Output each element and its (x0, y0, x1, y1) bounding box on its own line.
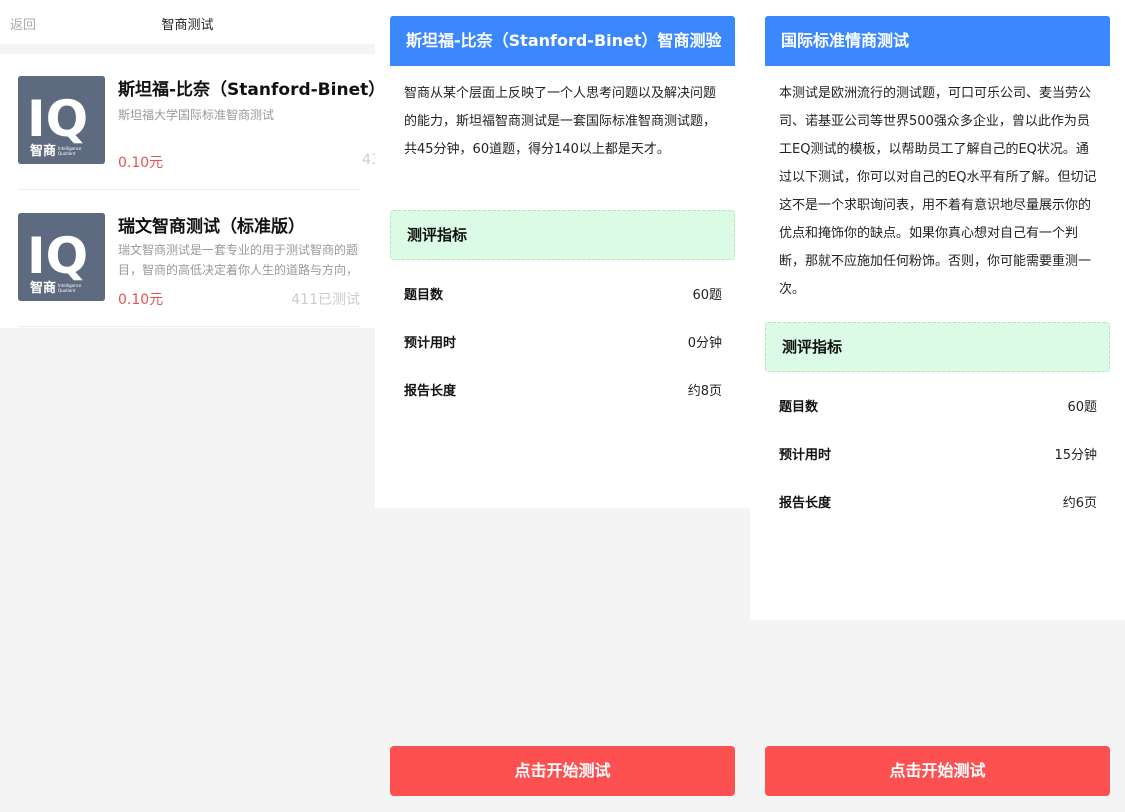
metrics-heading: 测评指标 (765, 322, 1110, 372)
metric-label: 题目数 (404, 288, 444, 303)
metric-row-duration: 预计用时 15分钟 (779, 444, 1097, 464)
svg-text:Quotient: Quotient (58, 288, 76, 293)
detail-description: 本测试是欧洲流行的测试题，可口可乐公司、麦当劳公司、诺基亚公司等世界500强众多… (779, 86, 1097, 297)
metric-row-duration: 预计用时 0分钟 (404, 332, 722, 352)
list-item[interactable]: IQ 智商 Intelligence Quotient 斯坦福-比奈（Stanf… (18, 54, 375, 190)
page-title: 智商测试 (0, 14, 375, 33)
page-title-text: 智商测试 (161, 18, 214, 33)
svg-text:IQ: IQ (27, 90, 88, 148)
metric-label: 报告长度 (779, 496, 832, 511)
item-test-count: 43 (362, 152, 375, 168)
detail-title: 斯坦福-比奈（Stanford-Binet）智商测验 (390, 16, 735, 66)
metrics-heading: 测评指标 (390, 210, 735, 260)
metric-label: 预计用时 (779, 448, 832, 463)
detail-card: 国际标准情商测试 本测试是欧洲流行的测试题，可口可乐公司、麦当劳公司、诺基亚公司… (750, 0, 1125, 620)
svg-text:IQ: IQ (27, 227, 88, 285)
metric-label: 报告长度 (404, 384, 457, 399)
svg-text:智商: 智商 (30, 280, 56, 296)
eq-detail-screen: 国际标准情商测试 本测试是欧洲流行的测试题，可口可乐公司、麦当劳公司、诺基亚公司… (750, 0, 1125, 812)
test-list-screen: 返回 智商测试 IQ 智商 Intelligence Quotient 斯坦福-… (0, 0, 375, 812)
metric-label: 预计用时 (404, 336, 457, 351)
item-description: 斯坦福大学国际标准智商测试 (118, 108, 275, 122)
metric-row-report-length: 报告长度 约6页 (779, 492, 1097, 512)
test-list: IQ 智商 Intelligence Quotient 斯坦福-比奈（Stanf… (0, 54, 375, 328)
detail-card: 斯坦福-比奈（Stanford-Binet）智商测验 智商从某个层面上反映了一个… (375, 0, 750, 508)
item-title: 瑞文智商测试（标准版） (118, 217, 305, 237)
item-price: 0.10元 (118, 292, 164, 308)
metric-value: 60题 (692, 288, 722, 303)
item-description: 瑞文智商测试是一套专业的用于测试智商的题目，智商的高低决定着你人生的道路与方向， (118, 243, 359, 277)
stanford-detail-screen: 斯坦福-比奈（Stanford-Binet）智商测验 智商从某个层面上反映了一个… (375, 0, 750, 812)
metric-value: 约6页 (1062, 496, 1097, 511)
metric-row-report-length: 报告长度 约8页 (404, 380, 722, 400)
svg-text:Quotient: Quotient (58, 151, 76, 156)
metric-label: 题目数 (779, 400, 819, 415)
iq-logo-icon: IQ 智商 Intelligence Quotient (18, 76, 105, 164)
item-test-count: 411已测试 (291, 292, 360, 308)
metric-value: 约8页 (687, 384, 722, 399)
detail-description: 智商从某个层面上反映了一个人思考问题以及解决问题的能力，斯坦福智商测试是一套国际… (404, 86, 717, 157)
svg-text:智商: 智商 (30, 143, 56, 159)
top-nav-bar: 返回 智商测试 (0, 0, 375, 44)
item-price: 0.10元 (118, 155, 164, 171)
metric-value: 60题 (1067, 400, 1097, 415)
list-item[interactable]: IQ 智商 Intelligence Quotient 瑞文智商测试（标准版） … (18, 191, 360, 327)
metric-value: 15分钟 (1054, 448, 1097, 463)
metric-value: 0分钟 (687, 336, 722, 351)
start-test-button[interactable]: 点击开始测试 (765, 746, 1110, 796)
detail-title: 国际标准情商测试 (765, 16, 1110, 66)
item-title: 斯坦福-比奈（Stanford-Binet）智商测验 (118, 80, 375, 100)
metric-row-question-count: 题目数 60题 (779, 396, 1097, 416)
iq-logo-icon: IQ 智商 Intelligence Quotient (18, 213, 105, 301)
start-test-button[interactable]: 点击开始测试 (390, 746, 735, 796)
metric-row-question-count: 题目数 60题 (404, 284, 722, 304)
